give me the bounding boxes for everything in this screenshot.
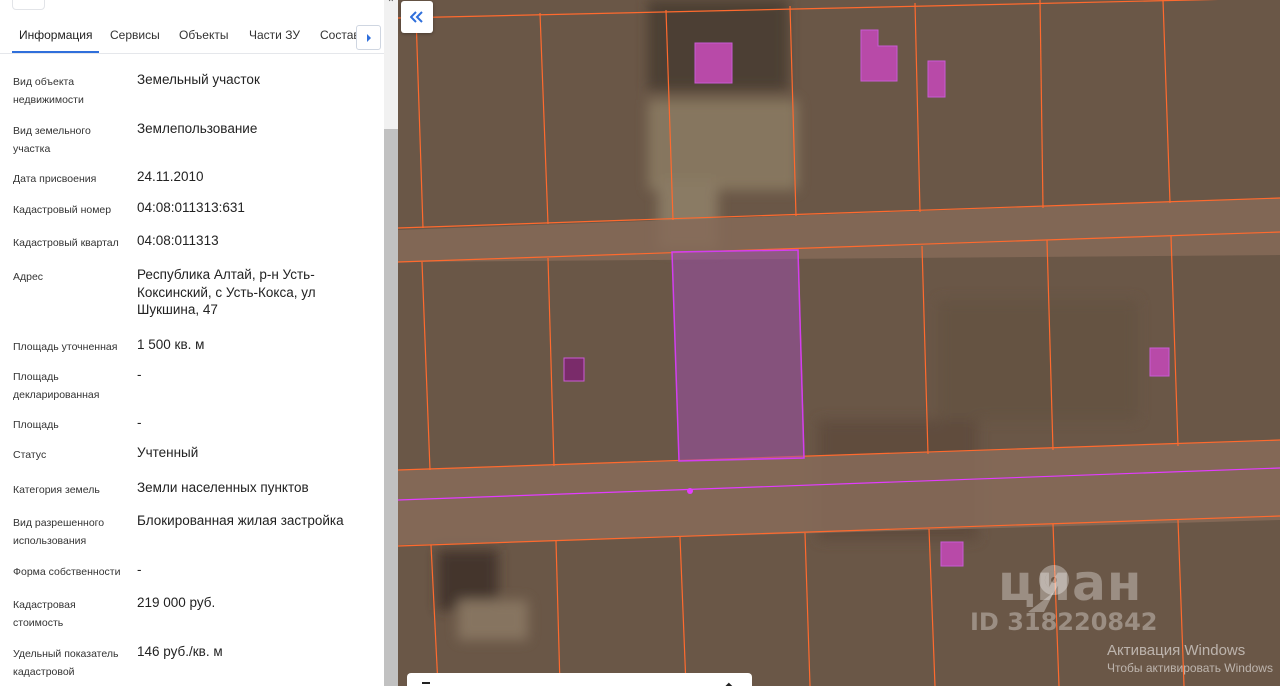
activation-subtitle: Чтобы активировать Windows [1107,661,1273,675]
activation-title: Активация Windows [1107,642,1246,659]
detail-value: Учтенный [137,445,199,460]
detail-value: 1 500 кв. м [137,337,205,352]
tab-composition[interactable]: Состав [320,18,360,52]
tab-services[interactable]: Сервисы [110,18,160,52]
detail-label: Удельный показатель кадастровой [13,648,119,678]
detail-label: Форма собственности [13,566,121,578]
scrollbar-thumb[interactable] [384,129,398,686]
watermark-id: ID 318220842 [970,608,1158,636]
detail-label: Вид разрешенного использования [13,517,105,547]
tab-bar: Информация Сервисы Объекты Части ЗУ Сост… [0,18,384,54]
selected-parcel [671,249,805,462]
double-chevron-left-icon [410,11,423,23]
detail-label: Адрес [13,271,44,283]
detail-value: Земельный участок [137,72,260,87]
detail-label: Кадастровый квартал [13,237,119,249]
panel-handle[interactable] [12,0,45,10]
collapse-panel-button[interactable] [401,1,433,33]
detail-value: Земли населенных пунктов [137,480,309,495]
info-panel: Информация Сервисы Объекты Части ЗУ Сост… [0,0,384,686]
tab-parcel-parts[interactable]: Части ЗУ [249,18,300,52]
detail-value: Блокированная жилая застройка [137,513,344,528]
detail-value: Республика Алтай, р-н Усть-Коксинский, с… [137,267,316,317]
detail-value: 04:08:011313 [137,233,219,248]
cadastral-map[interactable]: циан ID 318220842 Активация Windows Чтоб… [398,0,1280,686]
windows-activation-notice: Активация Windows Чтобы активировать Win… [1107,642,1273,676]
detail-value: 04:08:011313:631 [137,200,245,215]
detail-value: 146 руб./кв. м [137,644,223,659]
detail-label: Вид земельного участка [13,125,91,155]
chevron-right-icon [366,33,371,42]
tab-information[interactable]: Информация [11,18,101,53]
detail-label: Вид объекта недвижимости [13,76,84,106]
detail-label: Кадастровый номер [13,204,112,216]
detail-value: - [137,562,142,577]
detail-label: Площадь [13,419,59,431]
panel-scrollbar[interactable]: ⌃ [384,0,398,686]
detail-label: Статус [13,449,47,461]
watermark-brand: циан [998,554,1143,612]
card-dash [422,682,430,684]
detail-label: Дата присвоения [13,173,97,185]
chevron-up-icon[interactable]: ◆ [725,681,733,686]
detail-value: - [137,367,142,382]
detail-value: - [137,415,142,430]
detail-value: 24.11.2010 [137,169,204,184]
detail-label: Категория земель [13,484,100,496]
detail-label: Площадь декларированная [13,371,100,401]
tab-objects[interactable]: Объекты [179,18,229,52]
tabs-next-button[interactable] [356,25,381,50]
chevron-up-icon[interactable]: ⌃ [386,0,396,10]
bottom-card[interactable]: ◆ [407,673,752,686]
detail-label: Площадь уточненная [13,341,118,353]
detail-value: Землепользование [137,121,258,136]
detail-value: 219 000 руб. [137,595,216,610]
detail-label: Кадастровая стоимость [13,599,76,629]
